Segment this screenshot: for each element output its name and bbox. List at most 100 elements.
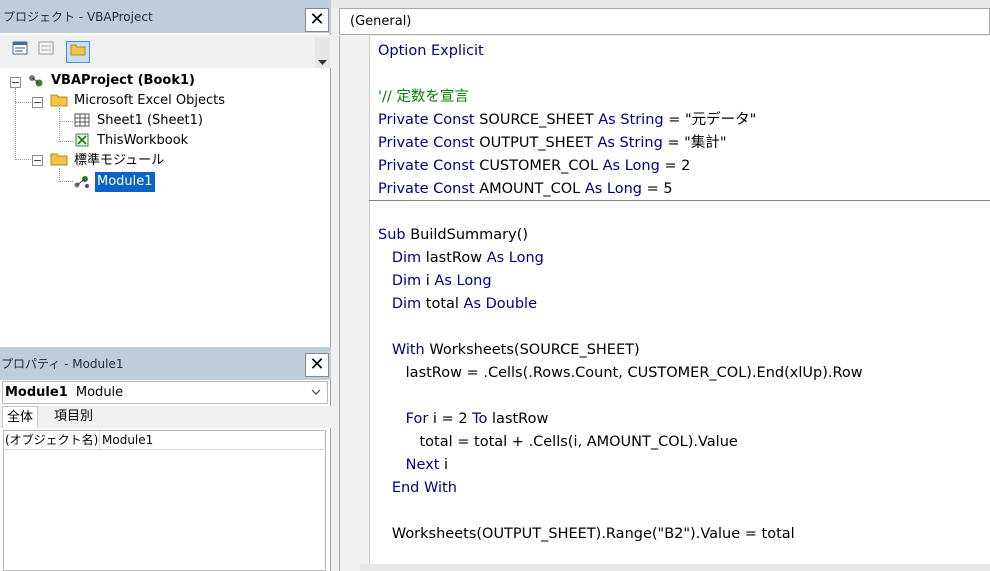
properties-grid: (オブジェクト名) Module1 xyxy=(3,430,326,571)
code-keyword: Dim xyxy=(391,273,426,289)
worksheet-icon xyxy=(73,113,91,129)
code-keyword: As String xyxy=(597,135,663,151)
code-line[interactable]: lastRow = .Cells(.Rows.Count, CUSTOMER_C… xyxy=(378,362,863,384)
properties-pane-close-button[interactable]: ✕ xyxy=(305,353,329,377)
code-keyword: End With xyxy=(391,480,457,496)
code-keyword: Sub xyxy=(378,227,411,243)
view-code-icon[interactable] xyxy=(8,41,32,63)
code-line[interactable]: With Worksheets(SOURCE_SHEET) xyxy=(378,339,640,361)
code-text: CUSTOMER_COL xyxy=(479,158,603,174)
project-pane-close-button[interactable]: ✕ xyxy=(305,8,329,32)
code-keyword: As Long xyxy=(486,250,544,266)
view-object-icon[interactable] xyxy=(34,41,58,63)
code-line[interactable]: total = total + .Cells(i, AMOUNT_COL).Va… xyxy=(378,431,738,453)
code-text: BuildSummary() xyxy=(410,227,529,243)
project-tree: − VBAProject (Book1) − Microsoft Excel O… xyxy=(0,68,329,342)
code-line[interactable]: Dim i As Long xyxy=(378,270,492,292)
code-keyword: Dim xyxy=(391,296,426,312)
root-collapse-toggle[interactable]: − xyxy=(10,77,21,88)
object-dropdown-general[interactable]: (General) xyxy=(339,8,990,35)
properties-tabs: 全体 項目別 xyxy=(0,406,331,428)
tab-categorized[interactable]: 項目別 xyxy=(50,406,97,428)
workbook-icon xyxy=(73,133,91,149)
object-selector-name: Module1 xyxy=(5,385,68,400)
vba-project-icon xyxy=(27,73,45,89)
code-keyword: As Double xyxy=(463,296,537,312)
excel-objects-collapse-toggle[interactable]: − xyxy=(32,97,43,108)
tree-item-sheet1[interactable]: Sheet1 (Sheet1) xyxy=(97,111,203,131)
code-text: i = 2 xyxy=(432,411,473,427)
tree-item-standard-modules[interactable]: 標準モジュール xyxy=(74,151,164,171)
code-line[interactable]: Private Const CUSTOMER_COL As Long = 2 xyxy=(378,155,690,177)
code-text: lastRow xyxy=(425,250,487,266)
code-keyword: Dim xyxy=(391,250,426,266)
code-keyword: Private Const xyxy=(378,135,480,151)
code-comment: '// 定数を宣言 xyxy=(378,89,469,105)
tree-item-thisworkbook[interactable]: ThisWorkbook xyxy=(97,131,188,151)
code-text: lastRow = .Cells(.Rows.Count, CUSTOMER_C… xyxy=(378,365,863,381)
toggle-folders-icon[interactable] xyxy=(66,41,90,63)
modules-collapse-toggle[interactable]: − xyxy=(32,155,43,166)
code-keyword: With xyxy=(391,342,430,358)
code-text: = 5 xyxy=(642,181,673,197)
property-value[interactable]: Module1 xyxy=(100,433,153,447)
project-pane-title: プロジェクト - VBAProject xyxy=(0,0,331,33)
code-text: lastRow xyxy=(492,411,549,427)
code-text: AMOUNT_COL xyxy=(479,181,585,197)
code-keyword: To xyxy=(472,411,493,427)
code-line[interactable]: Private Const OUTPUT_SHEET As String = "… xyxy=(378,132,727,154)
code-text: total xyxy=(425,296,464,312)
code-line[interactable]: For i = 2 To lastRow xyxy=(378,408,549,430)
code-line[interactable]: Private Const AMOUNT_COL As Long = 5 xyxy=(378,178,673,200)
code-window-bottom-strip xyxy=(360,564,990,571)
procedure-separator-line xyxy=(369,200,990,201)
code-text: = "元データ" xyxy=(663,112,757,128)
code-window-top-strip xyxy=(331,0,990,13)
code-text: i xyxy=(444,457,449,473)
code-line[interactable]: Dim lastRow As Long xyxy=(378,247,544,269)
code-text: total = total + .Cells(i, AMOUNT_COL).Va… xyxy=(378,434,738,450)
folder-icon xyxy=(50,152,68,168)
code-line[interactable]: Worksheets(OUTPUT_SHEET).Range("B2").Val… xyxy=(378,523,795,545)
tree-item-module1[interactable]: Module1 xyxy=(95,172,155,192)
code-keyword: Next xyxy=(405,457,445,473)
code-line[interactable]: '// 定数を宣言 xyxy=(378,86,469,108)
code-line[interactable]: Sub BuildSummary() xyxy=(378,224,528,246)
tree-item-excel-objects[interactable]: Microsoft Excel Objects xyxy=(74,91,225,111)
code-line[interactable]: End With xyxy=(378,477,457,499)
project-scrollbar[interactable] xyxy=(315,38,330,68)
code-text: Worksheets(OUTPUT_SHEET).Range("B2").Val… xyxy=(378,526,795,542)
properties-pane: プロパティ - Module1 ✕ Module1 Module 全体 項目別 … xyxy=(0,343,331,571)
code-line[interactable]: Next i xyxy=(378,454,448,476)
module-icon xyxy=(73,174,91,190)
code-keyword: Option Explicit xyxy=(378,43,484,59)
code-keyword: Private Const xyxy=(378,112,480,128)
code-line[interactable]: Private Const SOURCE_SHEET As String = "… xyxy=(378,109,756,131)
property-name: (オブジェクト名) xyxy=(5,431,100,449)
project-explorer-pane: プロジェクト - VBAProject ✕ − VBAProject (Book… xyxy=(0,0,331,343)
code-keyword: Private Const xyxy=(378,181,480,197)
property-row[interactable]: (オブジェクト名) Module1 xyxy=(4,431,325,450)
code-keyword: As Long xyxy=(434,273,492,289)
code-line[interactable]: Dim total As Double xyxy=(378,293,537,315)
code-keyword: Private Const xyxy=(378,158,480,174)
tree-item-vbaproject[interactable]: VBAProject (Book1) xyxy=(51,71,195,91)
code-line[interactable]: Option Explicit xyxy=(378,40,484,62)
tab-alphabetic[interactable]: 全体 xyxy=(2,406,39,428)
code-text: OUTPUT_SHEET xyxy=(479,135,598,151)
code-margin-indicator-bar xyxy=(339,36,369,571)
code-keyword: As Long xyxy=(584,181,643,197)
object-selector-combo[interactable]: Module1 Module xyxy=(2,381,328,404)
code-text: = "集計" xyxy=(662,135,727,151)
folder-icon xyxy=(50,93,68,109)
code-text: SOURCE_SHEET xyxy=(479,112,599,128)
code-keyword: As Long xyxy=(602,158,660,174)
code-keyword: As String xyxy=(598,112,664,128)
